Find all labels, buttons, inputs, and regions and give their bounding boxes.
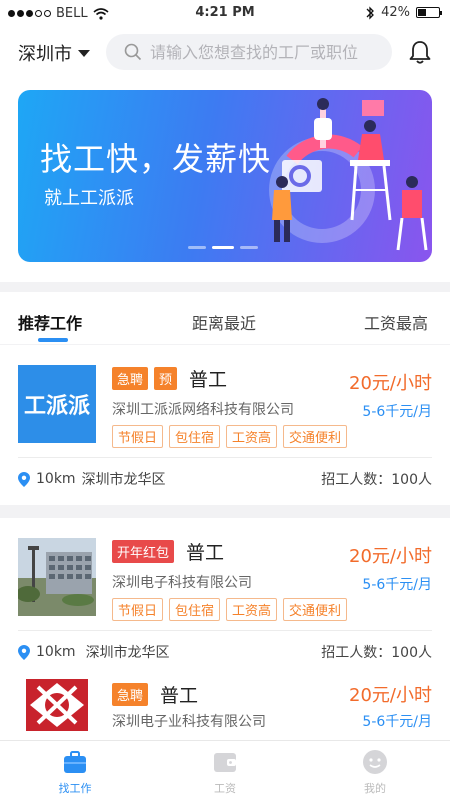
- location-pin-icon: [18, 471, 30, 487]
- pager-dot[interactable]: [188, 246, 206, 249]
- perk-tag: 节假日: [112, 425, 164, 448]
- perk-tags: 节假日 包住宿 工资高 交通便利: [112, 425, 348, 448]
- nav-label: 我的: [364, 782, 386, 795]
- prebook-badge: 预: [154, 367, 178, 390]
- monthly-range: 5-6千元/月: [362, 714, 432, 730]
- perk-tags: 节假日 包住宿 工资高 交通便利: [112, 598, 348, 621]
- job-title: 普工: [189, 369, 228, 391]
- company-name: 深圳电子科技有限公司: [112, 575, 252, 591]
- distance: 10km: [36, 471, 76, 487]
- perk-tag: 包住宿: [169, 425, 221, 448]
- job-card[interactable]: 急聘 普工 深圳电子业科技有限公司 20元/小时 5-6千元/月: [0, 675, 450, 740]
- perk-tag: 交通便利: [283, 598, 348, 621]
- company-logo: [18, 675, 96, 740]
- tab-nearest[interactable]: 距离最近: [192, 310, 256, 334]
- company-logo: 工派派: [18, 365, 96, 443]
- search-bar[interactable]: [106, 34, 392, 70]
- company-photo: [18, 538, 96, 616]
- monthly-range: 5-6千元/月: [362, 577, 432, 593]
- distance: 10km: [36, 644, 76, 660]
- banner-subline: 就上工派派: [44, 188, 134, 209]
- status-bar: BELL 4:21 PM 42%: [0, 0, 450, 28]
- profile-icon: [363, 750, 387, 774]
- nav-wage[interactable]: 工资: [195, 749, 255, 796]
- urgent-badge: 急聘: [112, 367, 149, 390]
- area: 深圳市龙华区: [81, 472, 166, 488]
- nav-label: 找工作: [58, 782, 92, 795]
- red-packet-badge: 开年红包: [112, 540, 175, 563]
- headcount: 招工人数：100人: [321, 645, 432, 661]
- job-title: 普工: [186, 542, 225, 564]
- headcount: 招工人数：100人: [321, 472, 432, 488]
- top-header: 深圳市: [0, 28, 450, 78]
- perk-tag: 工资高: [226, 598, 278, 621]
- company-name: 深圳工派派网络科技有限公司: [112, 402, 294, 418]
- job-card[interactable]: 开年红包 普工 深圳电子科技有限公司 节假日 包住宿 工资高 交通便利 20元/…: [0, 518, 450, 676]
- banner-pager: [188, 246, 258, 249]
- perk-tag: 包住宿: [169, 598, 221, 621]
- hourly-wage: 20元/小时: [349, 373, 432, 394]
- perk-tag: 交通便利: [283, 425, 348, 448]
- pager-dot-active[interactable]: [212, 246, 234, 249]
- city-label: 深圳市: [18, 44, 72, 65]
- pager-dot[interactable]: [240, 246, 258, 249]
- perk-tag: 节假日: [112, 598, 164, 621]
- tab-recommended[interactable]: 推荐工作: [18, 310, 82, 334]
- caret-down-icon: [78, 49, 90, 57]
- urgent-badge: 急聘: [112, 683, 149, 706]
- search-input[interactable]: [150, 42, 380, 62]
- promo-banner[interactable]: 找工快，发薪快 就上工派派: [18, 90, 432, 262]
- nav-find-job[interactable]: 找工作: [45, 749, 105, 796]
- nav-label: 工资: [214, 782, 236, 795]
- wallet-icon: [214, 753, 236, 772]
- job-filter-tabs: 推荐工作 距离最近 工资最高: [0, 292, 450, 344]
- company-name: 深圳电子业科技有限公司: [112, 714, 266, 730]
- location: 10km 深圳市龙华区: [18, 469, 166, 489]
- hourly-wage: 20元/小时: [349, 685, 432, 706]
- logo-text: 工派派: [23, 394, 90, 419]
- bell-icon[interactable]: [406, 38, 434, 66]
- job-card[interactable]: 工派派 急聘 预 普工 深圳工派派网络科技有限公司 节假日 包住宿 工资高 交通…: [0, 345, 450, 505]
- nav-profile[interactable]: 我的: [345, 749, 405, 796]
- job-title: 普工: [160, 685, 199, 707]
- hourly-wage: 20元/小时: [349, 546, 432, 567]
- bottom-nav: 找工作 工资 我的: [0, 740, 450, 800]
- search-icon: [124, 43, 142, 61]
- active-tab-indicator: [38, 338, 68, 342]
- tab-highest-pay[interactable]: 工资最高: [364, 310, 428, 334]
- city-selector[interactable]: 深圳市: [18, 40, 90, 66]
- banner-section: 找工快，发薪快 就上工派派: [0, 78, 450, 282]
- briefcase-icon: [64, 751, 86, 773]
- battery-percent: 42%: [381, 5, 410, 20]
- banner-headline: 找工快，发薪快: [40, 140, 272, 178]
- divider: [18, 457, 432, 458]
- area: 深圳市龙华区: [85, 645, 170, 661]
- divider: [18, 630, 432, 631]
- bluetooth-icon: [366, 5, 375, 20]
- location-pin-icon: [18, 644, 30, 660]
- perk-tag: 工资高: [226, 425, 278, 448]
- battery-icon: [416, 7, 442, 18]
- monthly-range: 5-6千元/月: [362, 404, 432, 420]
- banner-illustration: [269, 98, 428, 251]
- location: 10km 深圳市龙华区: [18, 642, 170, 662]
